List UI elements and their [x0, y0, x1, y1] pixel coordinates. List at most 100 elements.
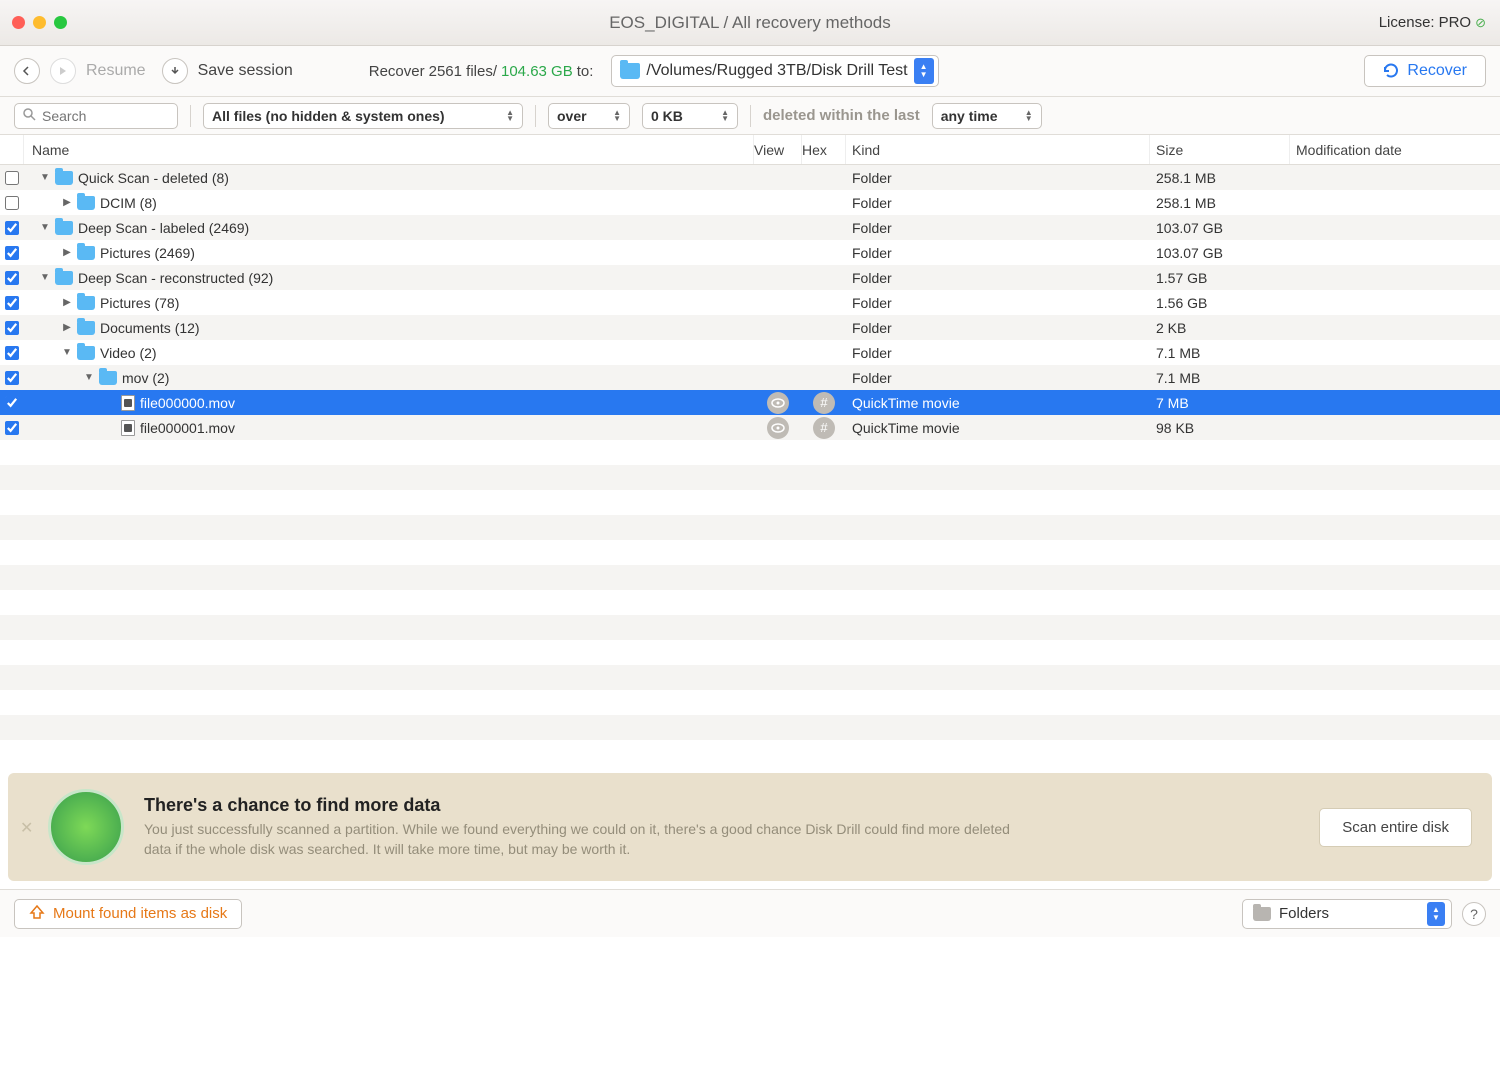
file-icon	[121, 395, 135, 411]
file-filter-select[interactable]: All files (no hidden & system ones) ▲▼	[203, 103, 523, 129]
chevron-right-icon[interactable]: ▶	[62, 323, 72, 333]
row-name: mov (2)	[122, 370, 169, 386]
play-button[interactable]	[50, 58, 76, 84]
empty-row	[0, 690, 1500, 715]
help-button[interactable]: ?	[1462, 902, 1486, 926]
chevron-down-icon[interactable]: ▼	[40, 223, 50, 233]
back-button[interactable]	[14, 58, 40, 84]
folder-icon	[77, 346, 95, 360]
table-row[interactable]: file000001.mov#QuickTime movie98 KB	[0, 415, 1500, 440]
row-checkbox[interactable]	[5, 421, 19, 435]
column-name[interactable]: Name	[24, 135, 754, 164]
view-mode-label: Folders	[1279, 905, 1329, 922]
destination-selector[interactable]: /Volumes/Rugged 3TB/Disk Drill Test ▲▼	[611, 55, 938, 87]
divider	[190, 105, 191, 127]
table-row[interactable]: file000000.mov#QuickTime movie7 MB	[0, 390, 1500, 415]
row-checkbox[interactable]	[5, 346, 19, 360]
minimize-window-button[interactable]	[33, 16, 46, 29]
row-checkbox[interactable]	[5, 321, 19, 335]
toolbar: Resume Save session Recover 2561 files/1…	[0, 46, 1500, 97]
chevron-down-icon[interactable]: ▼	[62, 348, 72, 358]
row-checkbox[interactable]	[5, 271, 19, 285]
row-size: 103.07 GB	[1150, 245, 1290, 261]
column-size[interactable]: Size	[1150, 135, 1290, 164]
row-kind: Folder	[846, 195, 1150, 211]
row-checkbox[interactable]	[5, 221, 19, 235]
over-select[interactable]: over ▲▼	[548, 103, 630, 129]
preview-icon[interactable]	[767, 392, 789, 414]
view-mode-select[interactable]: Folders ▲▼	[1242, 899, 1452, 929]
folder-icon	[1253, 907, 1271, 921]
table-row[interactable]: ▶Pictures (78)Folder1.56 GB	[0, 290, 1500, 315]
license-label: License:	[1379, 14, 1435, 31]
chevron-down-icon[interactable]: ▼	[40, 173, 50, 183]
row-checkbox[interactable]	[5, 171, 19, 185]
search-input-wrap[interactable]	[14, 103, 178, 129]
search-input[interactable]	[42, 108, 169, 124]
file-tree: ▼Quick Scan - deleted (8)Folder258.1 MB▶…	[0, 165, 1500, 765]
chevron-right-icon[interactable]: ▶	[62, 248, 72, 258]
refresh-icon	[1383, 63, 1399, 79]
license-badge[interactable]: License: PRO ⊘	[1379, 14, 1500, 31]
window-controls	[0, 16, 67, 29]
row-name: Pictures (78)	[100, 295, 179, 311]
empty-row	[0, 640, 1500, 665]
empty-row	[0, 590, 1500, 615]
time-filter-select[interactable]: any time ▲▼	[932, 103, 1042, 129]
chevron-right-icon[interactable]: ▶	[62, 198, 72, 208]
close-icon[interactable]: ✕	[20, 818, 38, 836]
stepper-icon[interactable]: ▲▼	[1427, 902, 1445, 926]
empty-row	[0, 665, 1500, 690]
row-checkbox[interactable]	[5, 196, 19, 210]
close-window-button[interactable]	[12, 16, 25, 29]
chevron-right-icon[interactable]: ▶	[62, 298, 72, 308]
row-size: 7 MB	[1150, 395, 1290, 411]
column-kind[interactable]: Kind	[846, 135, 1150, 164]
mount-label: Mount found items as disk	[53, 905, 227, 922]
chevron-down-icon[interactable]: ▼	[40, 273, 50, 283]
table-row[interactable]: ▼Video (2)Folder7.1 MB	[0, 340, 1500, 365]
row-kind: Folder	[846, 370, 1150, 386]
hex-icon[interactable]: #	[813, 392, 835, 414]
row-size: 103.07 GB	[1150, 220, 1290, 236]
chevron-updown-icon: ▲▼	[1025, 110, 1033, 122]
row-name: file000000.mov	[140, 395, 235, 411]
recover-button[interactable]: Recover	[1364, 55, 1486, 87]
preview-icon[interactable]	[767, 417, 789, 439]
banner-text: There's a chance to find more data You j…	[144, 795, 1299, 859]
license-value: PRO	[1439, 14, 1472, 31]
table-row[interactable]: ▼Deep Scan - reconstructed (92)Folder1.5…	[0, 265, 1500, 290]
column-hex[interactable]: Hex	[802, 135, 846, 164]
zoom-window-button[interactable]	[54, 16, 67, 29]
mount-button[interactable]: Mount found items as disk	[14, 899, 242, 929]
recover-summary: Recover 2561 files/104.63 GB to:	[369, 63, 594, 80]
file-icon	[121, 420, 135, 436]
folder-icon	[77, 321, 95, 335]
row-checkbox[interactable]	[5, 246, 19, 260]
size-threshold-select[interactable]: 0 KB ▲▼	[642, 103, 738, 129]
row-kind: Folder	[846, 245, 1150, 261]
table-row[interactable]: ▶DCIM (8)Folder258.1 MB	[0, 190, 1500, 215]
table-row[interactable]: ▼Quick Scan - deleted (8)Folder258.1 MB	[0, 165, 1500, 190]
row-checkbox[interactable]	[5, 396, 19, 410]
hex-icon[interactable]: #	[813, 417, 835, 439]
recover-prefix: Recover	[369, 63, 425, 80]
table-row[interactable]: ▶Documents (12)Folder2 KB	[0, 315, 1500, 340]
folder-icon	[620, 63, 640, 79]
row-checkbox[interactable]	[5, 296, 19, 310]
stepper-icon[interactable]: ▲▼	[914, 58, 934, 84]
chevron-down-icon[interactable]: ▼	[84, 373, 94, 383]
row-name: file000001.mov	[140, 420, 235, 436]
row-checkbox[interactable]	[5, 371, 19, 385]
table-row[interactable]: ▼Deep Scan - labeled (2469)Folder103.07 …	[0, 215, 1500, 240]
time-filter-label: any time	[941, 108, 998, 124]
column-mod[interactable]: Modification date	[1290, 135, 1500, 164]
column-view[interactable]: View	[754, 135, 802, 164]
save-session-button[interactable]	[162, 58, 188, 84]
scan-entire-disk-button[interactable]: Scan entire disk	[1319, 808, 1472, 847]
banner-description: You just successfully scanned a partitio…	[144, 820, 1014, 859]
table-row[interactable]: ▼mov (2)Folder7.1 MB	[0, 365, 1500, 390]
row-name: Documents (12)	[100, 320, 200, 336]
row-kind: Folder	[846, 320, 1150, 336]
table-row[interactable]: ▶Pictures (2469)Folder103.07 GB	[0, 240, 1500, 265]
